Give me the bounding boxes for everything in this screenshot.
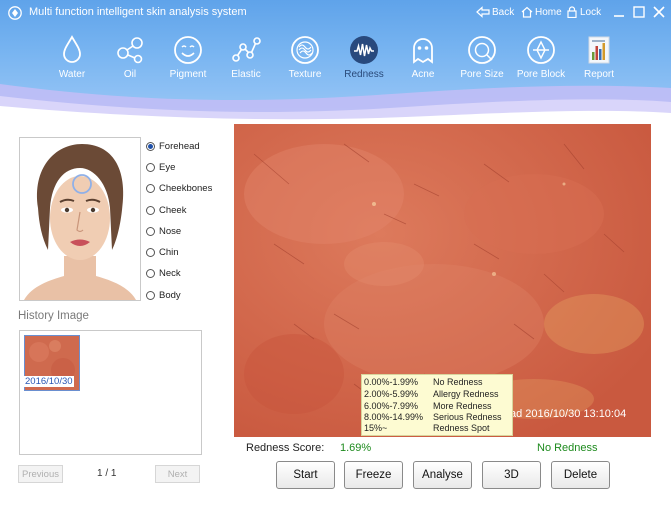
tool-elastic-label: Elastic	[231, 69, 261, 80]
region-radio[interactable]	[146, 226, 155, 236]
home-label: Home	[535, 6, 562, 18]
legend-desc: More Redness	[433, 401, 492, 411]
region-cheek[interactable]: Cheek	[146, 203, 186, 217]
legend-desc: No Redness	[433, 377, 483, 387]
tool-water-label: Water	[58, 69, 86, 80]
region-body[interactable]: Body	[146, 288, 181, 302]
app-logo-icon	[8, 6, 22, 20]
legend-desc: Serious Redness	[433, 412, 502, 422]
redness-legend: 0.00%-1.99% No Redness 2.00%-5.99% Aller…	[361, 374, 513, 436]
legend-desc: Allergy Redness	[433, 389, 499, 399]
tool-pore-block[interactable]: Pore Block	[511, 30, 571, 84]
app-title: Multi function intelligent skin analysis…	[29, 6, 247, 18]
legend-range: 8.00%-14.99%	[364, 412, 424, 422]
region-radio[interactable]	[146, 205, 155, 215]
tool-oil[interactable]: Oil	[100, 30, 160, 84]
minimize-icon[interactable]	[612, 5, 626, 19]
back-label: Back	[492, 6, 515, 18]
home-button[interactable]: Home	[521, 6, 562, 18]
region-label: Nose	[159, 225, 182, 237]
legend-range: 2.00%-5.99%	[364, 389, 419, 399]
region-label: Body	[159, 289, 181, 301]
pore-size-icon	[468, 36, 496, 64]
face-portrait-image	[20, 138, 140, 300]
header-bar: Multi function intelligent skin analysis…	[0, 0, 671, 120]
redness-score-label: Redness Score:	[246, 442, 325, 454]
region-nose[interactable]: Nose	[146, 224, 181, 238]
region-radio[interactable]	[146, 141, 155, 151]
lock-button[interactable]: Lock	[566, 6, 601, 18]
region-label: Eye	[159, 161, 176, 173]
report-icon	[588, 36, 610, 64]
lock-label: Lock	[580, 6, 602, 18]
redness-status: No Redness	[537, 442, 598, 454]
region-forehead[interactable]: Forehead	[146, 139, 200, 153]
region-radio[interactable]	[146, 162, 155, 172]
lock-icon	[567, 6, 577, 18]
tool-redness[interactable]: Redness	[334, 30, 394, 84]
tool-texture-label: Texture	[288, 69, 322, 80]
tool-pore-size-label: Pore Size	[460, 69, 504, 80]
title-bar: Multi function intelligent skin analysis…	[0, 0, 671, 26]
capture-timestamp: ad 2016/10/30 13:10:04	[510, 408, 627, 420]
region-radio[interactable]	[146, 183, 155, 193]
tool-oil-label: Oil	[123, 69, 137, 80]
region-neck[interactable]: Neck	[146, 266, 181, 280]
pore-block-icon	[527, 36, 555, 64]
close-icon[interactable]	[652, 5, 666, 19]
region-label: Neck	[159, 267, 181, 279]
previous-button[interactable]: Previous	[18, 465, 63, 483]
tool-redness-label: Redness	[344, 69, 384, 80]
tool-acne[interactable]: Acne	[393, 30, 453, 84]
tool-water[interactable]: Water	[42, 30, 102, 84]
region-radio[interactable]	[146, 290, 155, 300]
region-chin[interactable]: Chin	[146, 245, 179, 259]
analyse-button[interactable]: Analyse	[413, 461, 472, 489]
page-info: 1 / 1	[97, 468, 117, 479]
region-label: Cheekbones	[159, 182, 213, 194]
water-drop-icon	[63, 35, 81, 63]
redness-icon	[350, 36, 378, 64]
oil-molecule-icon	[117, 37, 143, 64]
back-button[interactable]: Back	[476, 6, 514, 18]
legend-range: 0.00%-1.99%	[364, 377, 419, 387]
region-label: Forehead	[159, 140, 200, 152]
acne-icon	[413, 38, 433, 64]
elastic-icon	[232, 37, 261, 62]
tool-pore-block-label: Pore Block	[516, 69, 566, 80]
region-radio[interactable]	[146, 247, 155, 257]
tool-pigment[interactable]: Pigment	[158, 30, 218, 84]
start-button[interactable]: Start	[276, 461, 335, 489]
analysis-toolbar: Water Oil Pigment Elastic Texture Rednes…	[0, 30, 671, 86]
tool-pigment-label: Pigment	[169, 69, 207, 80]
tool-acne-label: Acne	[411, 69, 435, 80]
legend-range: 6.00%-7.99%	[364, 401, 419, 411]
history-title: History Image	[18, 310, 89, 322]
tool-elastic[interactable]: Elastic	[216, 30, 276, 84]
tool-report[interactable]: Report	[569, 30, 629, 84]
legend-desc: Redness Spot	[433, 423, 490, 433]
history-date: 2016/10/30	[24, 376, 74, 387]
home-icon	[521, 6, 533, 18]
tool-pore-size[interactable]: Pore Size	[452, 30, 512, 84]
texture-icon	[291, 36, 319, 64]
maximize-icon[interactable]	[632, 5, 646, 19]
back-arrow-icon	[476, 6, 490, 18]
region-cheekbones[interactable]: Cheekbones	[146, 181, 212, 195]
3d-button[interactable]: 3D	[482, 461, 541, 489]
redness-score-value: 1.69%	[340, 442, 372, 454]
region-label: Chin	[159, 246, 179, 258]
pigment-face-icon	[174, 36, 202, 64]
freeze-button[interactable]: Freeze	[344, 461, 403, 489]
tool-texture[interactable]: Texture	[275, 30, 335, 84]
tool-report-label: Report	[583, 69, 614, 80]
region-radio[interactable]	[146, 268, 155, 278]
legend-range: 15%~	[364, 423, 388, 433]
next-button[interactable]: Next	[155, 465, 200, 483]
region-label: Cheek	[159, 204, 187, 216]
region-eye[interactable]: Eye	[146, 160, 175, 174]
delete-button[interactable]: Delete	[551, 461, 610, 489]
face-diagram	[19, 137, 141, 301]
